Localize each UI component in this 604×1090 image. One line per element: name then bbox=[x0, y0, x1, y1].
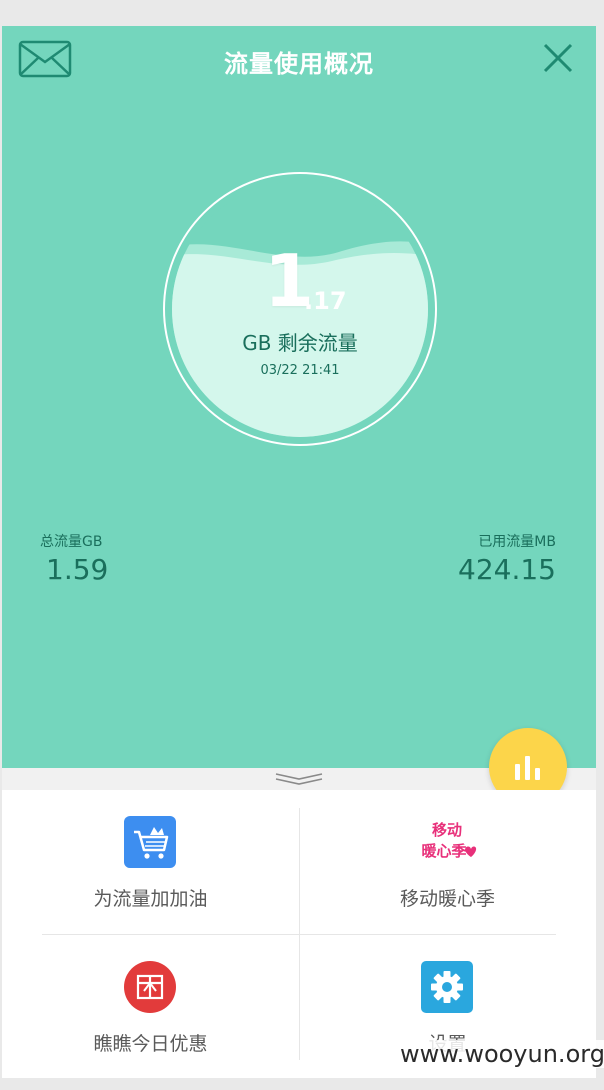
remaining-label: GB 剩余流量 bbox=[242, 331, 358, 355]
shopping-cart-icon bbox=[124, 816, 176, 868]
svg-text:暖心季: 暖心季 bbox=[421, 842, 466, 860]
used-data-value: 424.15 bbox=[458, 553, 556, 586]
page-title: 流量使用概况 bbox=[224, 50, 374, 78]
app-screen: 流量使用概况 1 .17 GB 剩余流量 03/22 21:41 总流量GB 1… bbox=[2, 26, 596, 1078]
bar-chart-icon bbox=[515, 756, 540, 780]
watermark-text: www.wooyun.org bbox=[396, 1040, 604, 1068]
total-data-stat: 总流量GB 1.59 bbox=[40, 531, 108, 586]
svg-text:移动: 移动 bbox=[432, 821, 462, 839]
promo-logo-icon: 移动 暖心季 bbox=[417, 816, 477, 868]
total-data-label: 总流量GB bbox=[40, 534, 103, 550]
usage-overview-panel: 流量使用概况 1 .17 GB 剩余流量 03/22 21:41 总流量GB 1… bbox=[2, 26, 596, 768]
tile-warm-season-promo[interactable]: 移动 暖心季 移动暖心季 bbox=[299, 790, 596, 934]
close-icon[interactable] bbox=[540, 40, 576, 76]
remaining-decimal: .17 bbox=[304, 287, 347, 315]
used-data-label: 已用流量MB bbox=[478, 534, 556, 550]
tile-label: 为流量加加油 bbox=[93, 888, 208, 910]
tile-recharge-data[interactable]: 为流量加加油 bbox=[2, 790, 299, 934]
tile-label: 移动暖心季 bbox=[399, 888, 495, 910]
update-timestamp: 03/22 21:41 bbox=[260, 363, 340, 378]
used-data-stat: 已用流量MB 424.15 bbox=[458, 531, 556, 586]
total-data-value: 1.59 bbox=[46, 553, 109, 586]
gift-icon bbox=[124, 961, 176, 1013]
services-grid: 为流量加加油 移动 暖心季 移动暖心季 瞧瞧今日优惠 bbox=[2, 790, 596, 1078]
tile-label: 瞧瞧今日优惠 bbox=[93, 1033, 208, 1055]
tile-daily-deals[interactable]: 瞧瞧今日优惠 bbox=[2, 935, 299, 1078]
remaining-data-gauge: 1 .17 GB 剩余流量 03/22 21:41 bbox=[162, 171, 438, 447]
gear-icon bbox=[421, 961, 473, 1013]
double-chevron-icon bbox=[275, 773, 323, 785]
